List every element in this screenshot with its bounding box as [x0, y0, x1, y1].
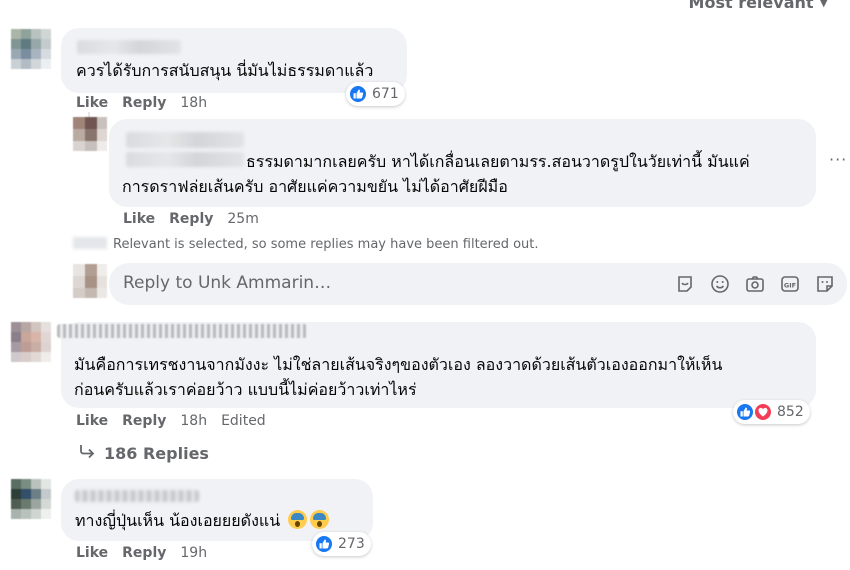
timestamp[interactable]: 18h — [180, 95, 207, 111]
sticker-icon[interactable] — [675, 274, 695, 294]
comment-text-line1: มันคือการเทรชงานจากมังงะ ไม่ใช่ลายเส้นจร… — [74, 355, 723, 374]
reply-button[interactable]: Reply — [169, 211, 213, 227]
comment-text-line2: ก่อนครับแล้วเราค่อยว้าว แบบนี้ไม่ค่อยว้า… — [74, 380, 417, 399]
reaction-summary[interactable]: 273 — [312, 532, 371, 556]
comment-text: ทางญี่ปุ่นเห็น น้องเอยยยดังแน่ — [75, 508, 330, 533]
love-reaction-icon — [753, 402, 773, 422]
author-name-blurred-line2 — [126, 152, 244, 167]
like-button[interactable]: Like — [76, 95, 108, 111]
view-replies-label: 186 Replies — [104, 443, 209, 463]
edited-label[interactable]: Edited — [221, 413, 266, 429]
chevron-down-icon: ▼ — [819, 0, 828, 9]
timestamp[interactable]: 18h — [180, 413, 207, 429]
comment-text: ควรได้รับการสนับสนุน นี่มันไม่ธรรมดาแล้ว — [76, 61, 374, 80]
comment-bubble: ธรรมดามากเลยครับ หาได้เกลื่อนเลยตามรร.สอ… — [109, 119, 816, 207]
like-reaction-icon — [348, 84, 368, 104]
more-options-button[interactable]: ··· — [829, 150, 847, 169]
like-reaction-icon — [314, 534, 334, 554]
comment-actions: Like Reply 18h — [76, 95, 207, 111]
comment-text-line1: ธรรมดามากเลยครับ หาได้เกลื่อนเลยตามรร.สอ… — [246, 152, 750, 171]
like-button[interactable]: Like — [76, 545, 108, 561]
svg-text:GIF: GIF — [784, 282, 796, 290]
emoji-icon[interactable] — [710, 274, 730, 294]
timestamp[interactable]: 19h — [180, 545, 207, 561]
sort-dropdown[interactable]: Most relevant ▼ — [689, 0, 828, 12]
like-reaction-icon — [735, 402, 755, 422]
timestamp[interactable]: 25m — [227, 211, 258, 227]
reply-input-placeholder[interactable]: Reply to Unk Ammarin… — [123, 273, 331, 293]
reply-button[interactable]: Reply — [122, 545, 166, 561]
reply-composer[interactable]: Reply to Unk Ammarin… GIF — [109, 263, 847, 305]
author-name-blurred[interactable] — [126, 132, 244, 148]
screaming-face-emoji — [310, 510, 330, 529]
comment-actions: Like Reply 25m — [123, 211, 259, 227]
avatar[interactable] — [11, 29, 51, 69]
like-button[interactable]: Like — [76, 413, 108, 429]
comment-text-line2: การดราฟล่ยเส้นครับ อาศัยแค่ความขยัน ไม่ไ… — [122, 177, 508, 196]
avatar-placeholder — [73, 237, 107, 249]
reply-button[interactable]: Reply — [122, 95, 166, 111]
comment-actions: Like Reply 19h — [76, 545, 207, 561]
reaction-count: 273 — [338, 536, 365, 552]
author-name-blurred[interactable] — [57, 324, 307, 338]
gif-icon[interactable]: GIF — [780, 274, 800, 294]
author-name-blurred[interactable] — [75, 490, 199, 502]
avatar[interactable] — [73, 117, 107, 151]
reaction-count: 852 — [777, 404, 804, 420]
like-button[interactable]: Like — [123, 211, 155, 227]
reaction-summary[interactable]: 671 — [346, 82, 405, 106]
avatar[interactable] — [11, 479, 51, 519]
current-user-avatar — [73, 264, 107, 298]
sticker-face-icon[interactable] — [815, 274, 835, 294]
comment-actions: Like Reply 18h Edited — [76, 413, 266, 429]
avatar[interactable] — [11, 322, 51, 362]
filter-note: Relevant is selected, so some replies ma… — [113, 237, 539, 252]
reply-button[interactable]: Reply — [122, 413, 166, 429]
author-name-blurred[interactable] — [77, 40, 181, 54]
reply-arrow-icon — [78, 443, 96, 463]
comment-bubble: มันคือการเทรชงานจากมังงะ ไม่ใช่ลายเส้นจร… — [57, 322, 816, 408]
camera-icon[interactable] — [745, 274, 765, 294]
screaming-face-emoji — [288, 510, 308, 529]
reaction-summary[interactable]: 852 — [733, 400, 810, 424]
view-replies-button[interactable]: 186 Replies — [78, 443, 209, 463]
sort-label: Most relevant — [688, 0, 814, 12]
reaction-count: 671 — [372, 86, 399, 102]
